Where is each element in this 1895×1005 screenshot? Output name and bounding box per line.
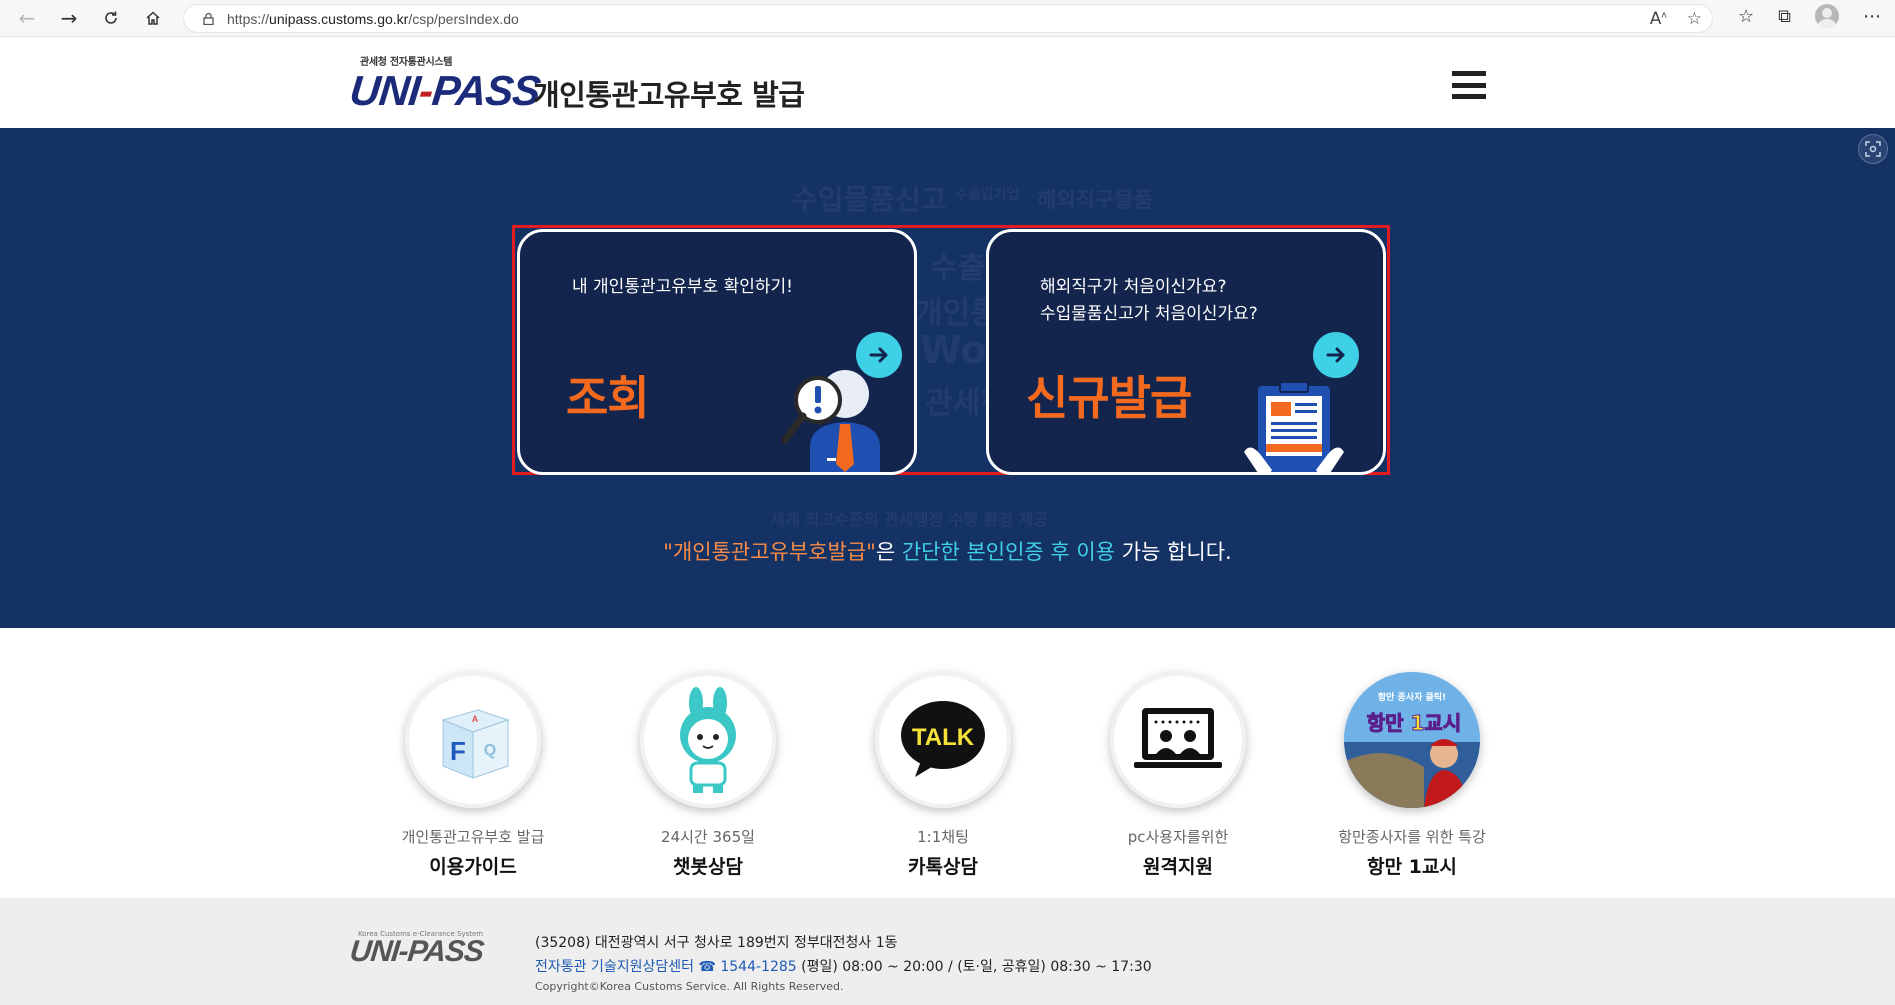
lookup-card[interactable]: 내 개인통관고유부호 확인하기! 조회 — [517, 229, 917, 475]
refresh-button[interactable] — [96, 3, 126, 33]
service-title: 챗봇상담 — [673, 856, 743, 878]
watermark-text: 세계 최고수준의 관세행정 수행 환경 제공 — [770, 510, 1049, 529]
read-aloud-icon[interactable]: Aʌ — [1650, 9, 1667, 29]
home-button[interactable] — [138, 3, 168, 33]
browser-toolbar: ← → https://unipass.customs.go.kr/csp/pe… — [0, 0, 1895, 37]
service-subtitle: 항만종사자를 위한 특강 — [1338, 828, 1486, 846]
hero-section: 수입물품신고 수출입기업 해외직구물품 수출 개인통관 World 관세청 세계… — [0, 128, 1895, 628]
badge-title: 항만 1교시 — [1367, 711, 1461, 735]
hamburger-menu-icon[interactable] — [1452, 71, 1486, 99]
url-text: https://unipass.customs.go.kr/csp/persIn… — [227, 10, 519, 27]
hero-caption: "개인통관고유부호발급"은 간단한 본인인증 후 이용 가능 합니다. — [663, 540, 1232, 564]
screen-capture-button[interactable] — [1858, 134, 1888, 164]
refresh-icon — [105, 11, 117, 24]
service-subtitle: pc사용자를위한 — [1127, 828, 1229, 846]
port-lecture-icon: 항만 종사자 클릭! 항만 1교시 — [1344, 672, 1480, 808]
forward-button[interactable]: → — [54, 3, 84, 33]
more-menu-icon[interactable]: ⋯ — [1863, 6, 1881, 27]
favorite-add-icon[interactable]: ☆ — [1687, 9, 1702, 29]
service-subtitle: 개인통관고유부호 발급 — [401, 828, 545, 846]
document-in-hands-icon — [1244, 382, 1344, 472]
watermark-text: 수출입기업 — [955, 187, 1020, 203]
service-title: 항만 1교시 — [1367, 856, 1457, 878]
footer-support-center: 전자통관 기술지원상담센터 ☎ 1544-1285 (평일) 08:00 ~ 2… — [535, 959, 1152, 975]
lock-icon — [203, 12, 214, 25]
watermark-text: 수입물품신고 — [792, 183, 947, 216]
new-issue-arrow-button[interactable] — [1313, 332, 1359, 378]
unipass-logo[interactable]: UNI-PASS — [347, 67, 543, 115]
collections-icon[interactable]: ⧉ — [1778, 6, 1791, 27]
remote-support-icon — [1110, 672, 1246, 808]
service-remote-support[interactable]: pc사용자를위한 원격지원 — [1078, 672, 1278, 879]
services-section: F A Q 개인통관고유부호 발급 이용가이드 24시간 365일 챗봇상담 T… — [0, 628, 1895, 898]
profile-avatar[interactable] — [1815, 4, 1839, 28]
new-issue-card-description: 해외직구가 처음이신가요? 수입물품신고가 처음이신가요? — [1040, 277, 1258, 324]
watermark-text: 해외직구물품 — [1037, 188, 1153, 212]
brand-subtitle: 관세청 전자통관시스템 — [360, 57, 453, 68]
service-subtitle: 24시간 365일 — [661, 828, 755, 846]
service-kakao-talk[interactable]: TALK 1:1채팅 카톡상담 — [843, 672, 1043, 879]
new-issue-card[interactable]: 해외직구가 처음이신가요? 수입물품신고가 처음이신가요? 신규발급 — [986, 229, 1386, 475]
arrow-right-icon — [1326, 347, 1345, 363]
service-title: 이용가이드 — [429, 856, 517, 878]
kakao-talk-icon: TALK — [875, 672, 1011, 808]
site-footer: Korea Customs e-Clearance System UNI-PAS… — [0, 898, 1895, 1005]
favorites-icon[interactable]: ☆ — [1738, 6, 1754, 27]
service-chatbot[interactable]: 24시간 365일 챗봇상담 — [608, 672, 808, 879]
home-icon — [146, 11, 160, 25]
service-title: 카톡상담 — [908, 856, 978, 878]
svg-text:Q: Q — [484, 742, 496, 759]
footer-address: (35208) 대전광역시 서구 청사로 189번지 정부대전청사 1동 — [535, 935, 898, 951]
service-guide[interactable]: F A Q 개인통관고유부호 발급 이용가이드 — [373, 672, 573, 879]
faq-cube-icon: F A Q — [405, 672, 541, 808]
chatbot-rabbit-icon — [640, 672, 776, 808]
badge-text: 항만 종사자 클릭! — [1378, 691, 1446, 703]
service-title: 원격지원 — [1143, 856, 1213, 878]
lookup-card-title: 조회 — [566, 371, 650, 425]
service-port-lecture[interactable]: 항만 종사자 클릭! 항만 1교시 항만종사자를 위한 특강 항만 1교시 — [1312, 672, 1512, 879]
person-magnifier-icon — [781, 370, 880, 472]
faq-letter: F — [450, 736, 466, 766]
talk-label: TALK — [912, 724, 975, 751]
new-issue-card-title: 신규발급 — [1026, 371, 1192, 425]
footer-copyright: Copyright©Korea Customs Service. All Rig… — [535, 980, 844, 993]
footer-logo: UNI-PASS — [348, 935, 485, 968]
service-subtitle: 1:1채팅 — [917, 828, 969, 846]
address-bar[interactable]: https://unipass.customs.go.kr/csp/persIn… — [183, 4, 1713, 33]
scan-icon — [1865, 141, 1881, 157]
page-title: 개인통관고유부호 발급 — [533, 78, 805, 112]
svg-text:A: A — [472, 714, 479, 724]
lookup-card-description: 내 개인통관고유부호 확인하기! — [572, 277, 793, 297]
back-button[interactable]: ← — [12, 3, 42, 33]
site-header: 관세청 전자통관시스템 UNI-PASS 개인통관고유부호 발급 — [0, 37, 1895, 128]
